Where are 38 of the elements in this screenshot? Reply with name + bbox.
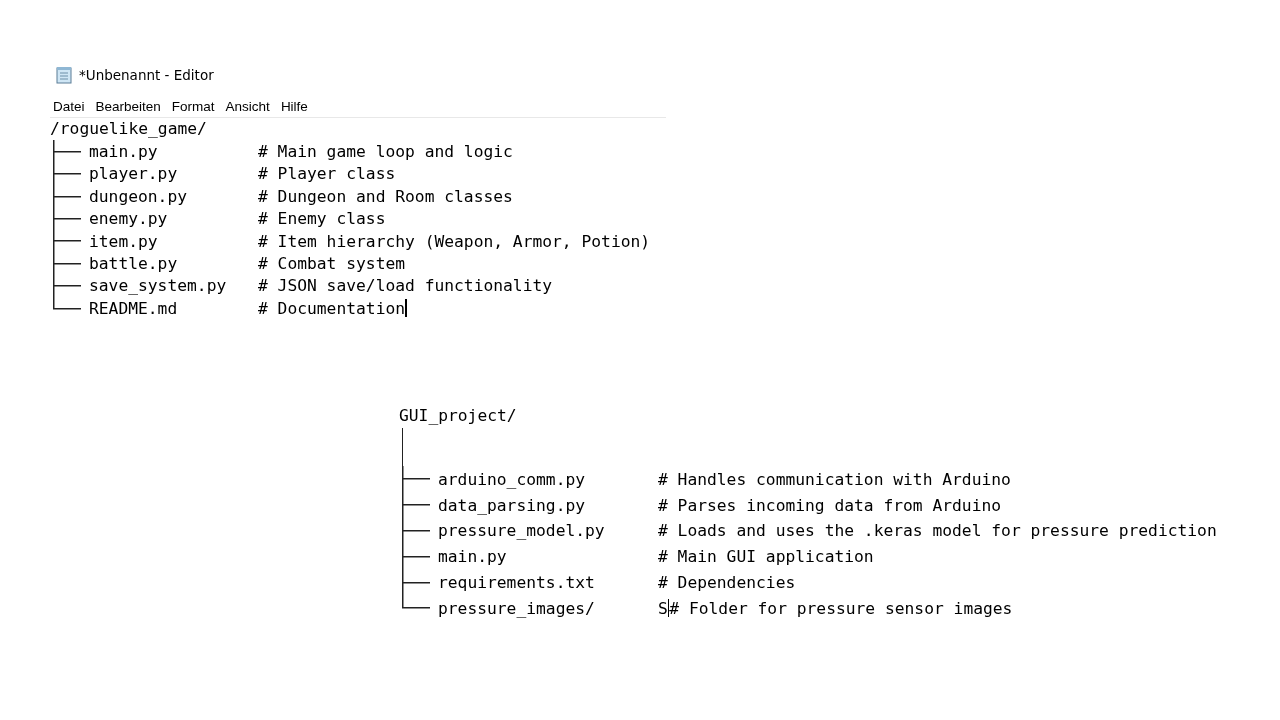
notepad-icon [55, 66, 73, 84]
stray-character: S [658, 598, 668, 618]
file-comment: # Dungeon and Room classes [258, 186, 513, 206]
folder-name: GUI_project/ [399, 404, 517, 427]
file-comment: # Folder for pressure sensor images [669, 598, 1013, 618]
file-name: save_system.py [89, 276, 227, 296]
file-comment: # Main GUI application [658, 547, 874, 567]
file-comment: # Dependencies [658, 572, 796, 592]
window-title: *Unbenannt - Editor [79, 67, 214, 83]
file-comment: # Main game loop and logic [258, 142, 513, 162]
file-comment: # Player class [258, 164, 396, 184]
file-name: data_parsing.py [438, 495, 586, 515]
file-name: pressure_images/ [438, 598, 595, 618]
file-comment: # Item hierarchy (Weapon, Armor, Potion) [258, 231, 651, 251]
file-name: README.md [89, 298, 178, 318]
file-name: battle.py [89, 254, 178, 274]
file-comment: # Parses incoming data from Arduino [658, 495, 1002, 515]
file-name: dungeon.py [89, 186, 188, 206]
file-name: main.py [438, 547, 507, 567]
file-comment: # Documentation [258, 298, 406, 318]
file-name: main.py [89, 142, 158, 162]
file-comment: # JSON save/load functionality [258, 276, 553, 296]
file-name: enemy.py [89, 209, 168, 229]
menu-item[interactable]: Datei [50, 98, 93, 114]
file-comment: # Enemy class [258, 209, 386, 229]
folder-name: /roguelike_game/ [50, 118, 207, 140]
menu-item[interactable]: Hilfe [277, 98, 316, 114]
file-comment: # Handles communication with Arduino [658, 469, 1011, 489]
file-name: item.py [89, 231, 158, 251]
file-comment: # Combat system [258, 254, 406, 274]
file-name: pressure_model.py [438, 521, 605, 541]
menu-item[interactable]: Bearbeiten [92, 98, 169, 114]
file-name: player.py [89, 164, 178, 184]
menu-item[interactable]: Ansicht [222, 98, 278, 114]
file-comment: # Loads and uses the .keras model for pressure prediction [658, 521, 1217, 541]
file-name: requirements.txt [438, 572, 595, 592]
file-name: arduino_comm.py [438, 469, 586, 489]
menu-item[interactable]: Format [168, 98, 223, 114]
